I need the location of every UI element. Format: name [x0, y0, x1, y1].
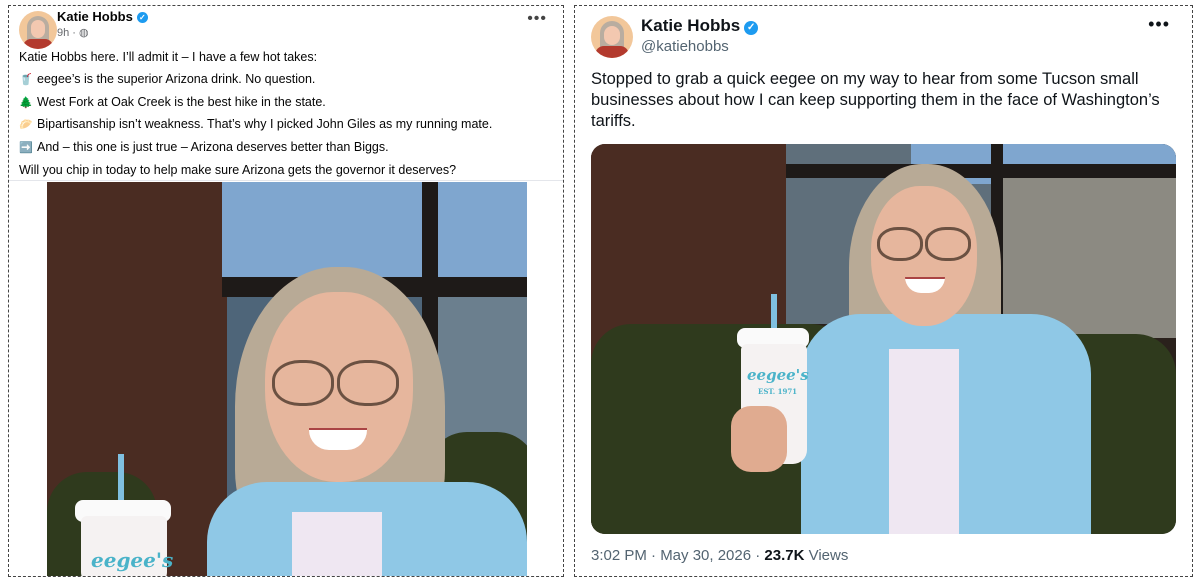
tweet-card: Katie Hobbs ✓ @katiehobbs ••• Stopped to … — [574, 5, 1193, 577]
tweet-timestamp[interactable]: 3:02 PM · May 30, 2026 · — [591, 547, 764, 564]
more-options-icon[interactable]: ••• — [527, 10, 547, 28]
verified-badge-icon: ✓ — [136, 12, 148, 23]
post-meta: 9h · ◍ — [57, 27, 89, 39]
author-name-row: Katie Hobbs ✓ — [57, 9, 148, 24]
cup-logo: eegee's — [747, 366, 809, 384]
post-text: Katie Hobbs here. I’ll admit it – I have… — [19, 47, 559, 182]
cup-logo: eegee's — [91, 548, 174, 572]
cup-sublabel: EST. 1971 — [758, 387, 798, 396]
divider — [9, 180, 563, 181]
tweet-text: Stopped to grab a quick eegee on my way … — [591, 70, 1160, 130]
author-name[interactable]: Katie Hobbs — [57, 9, 133, 24]
right-arrow-icon: ➡️ — [19, 142, 33, 155]
post-line: ➡️ And – this one is just true – Arizona … — [19, 137, 559, 160]
evergreen-tree-icon: 🌲 — [19, 96, 33, 109]
post-line: 🌲 West Fork at Oak Creek is the best hike… — [19, 92, 559, 115]
tweet-footer: 3:02 PM · May 30, 2026 · 23.7K Views — [591, 547, 848, 564]
post-line: 🥟 Bipartisanship isn’t weakness. That’s w… — [19, 114, 559, 137]
globe-icon: ◍ — [79, 27, 89, 39]
drink-cup-icon: 🥤 — [19, 73, 33, 86]
author-handle[interactable]: @katiehobbs — [641, 38, 729, 55]
post-photo[interactable]: eegee's — [47, 182, 527, 576]
views-count: 23.7K — [764, 547, 805, 564]
post-time[interactable]: 9h — [57, 27, 69, 39]
author-avatar[interactable] — [591, 16, 633, 58]
tweet-photo[interactable]: eegee's EST. 1971 — [591, 144, 1176, 534]
author-name-row: Katie Hobbs ✓ — [641, 16, 759, 36]
author-avatar[interactable] — [19, 11, 57, 49]
post-line: Will you chip in today to help make sure… — [19, 162, 457, 177]
post-line: 🥤 eegee’s is the superior Arizona drink. … — [19, 69, 559, 92]
more-options-icon[interactable]: ••• — [1148, 14, 1170, 35]
verified-badge-icon: ✓ — [744, 21, 759, 35]
facebook-post-card: Katie Hobbs ✓ 9h · ◍ ••• Katie Hobbs here… — [8, 5, 564, 577]
author-name[interactable]: Katie Hobbs — [641, 16, 740, 35]
views-label: Views — [804, 547, 849, 564]
post-line: Katie Hobbs here. I’ll admit it – I have… — [19, 50, 318, 64]
dumpling-icon: 🥟 — [19, 119, 33, 132]
